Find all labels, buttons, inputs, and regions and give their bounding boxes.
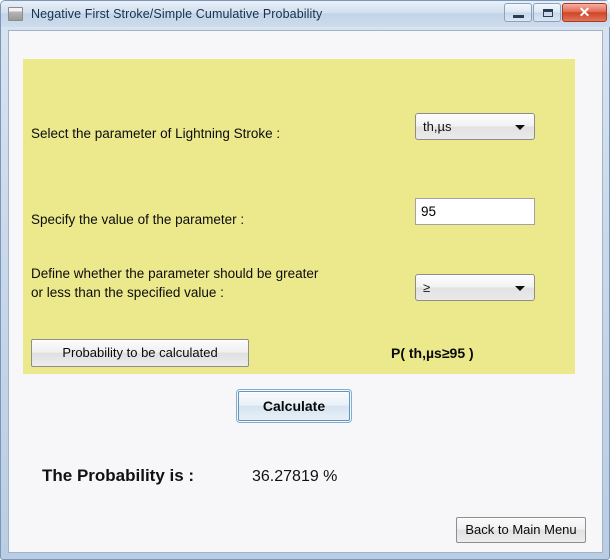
parameter-combobox[interactable]: th,µs (415, 113, 535, 140)
result-value: 36.27819 % (252, 468, 338, 485)
close-button[interactable]: ✕ (562, 3, 607, 22)
operator-combobox-value: ≥ (423, 280, 431, 295)
minimize-icon (513, 15, 524, 18)
operator-label-line2: or less than the specified value : (31, 285, 224, 300)
back-to-main-menu-button[interactable]: Back to Main Menu (456, 517, 586, 543)
calculate-button[interactable]: Calculate (236, 389, 352, 423)
app-window-icon (8, 7, 23, 21)
maximize-icon (543, 9, 553, 17)
probability-expression: P( th,µs≥95 ) (391, 345, 474, 361)
chevron-down-icon (515, 125, 525, 130)
maximize-button[interactable] (533, 3, 561, 22)
parameter-label: Select the parameter of Lightning Stroke… (31, 126, 281, 141)
operator-label-line1: Define whether the parameter should be g… (31, 266, 319, 281)
window-controls: ✕ (504, 3, 607, 22)
probability-to-be-calculated-button[interactable]: Probability to be calculated (31, 339, 249, 367)
chevron-down-icon (515, 286, 525, 291)
parameter-combobox-value: th,µs (423, 119, 452, 134)
title-bar[interactable]: Negative First Stroke/Simple Cumulative … (1, 1, 610, 27)
minimize-button[interactable] (504, 3, 532, 22)
value-input[interactable]: 95 (415, 198, 535, 225)
result-label: The Probability is : (42, 466, 195, 485)
client-area: Select the parameter of Lightning Stroke… (8, 30, 603, 553)
value-label: Specify the value of the parameter : (31, 212, 245, 227)
application-window: Negative First Stroke/Simple Cumulative … (0, 0, 610, 560)
operator-combobox[interactable]: ≥ (415, 274, 535, 301)
window-title: Negative First Stroke/Simple Cumulative … (31, 7, 323, 21)
close-icon: ✕ (578, 4, 591, 20)
